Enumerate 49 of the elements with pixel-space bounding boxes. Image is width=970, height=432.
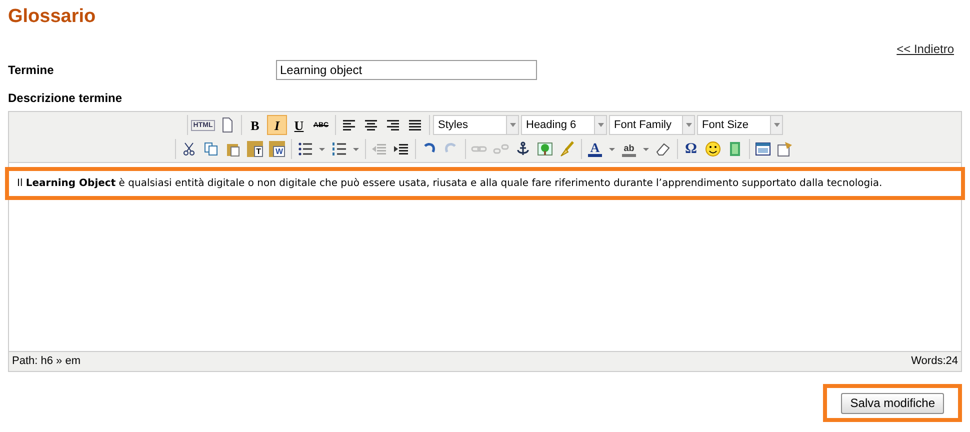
anchor-icon xyxy=(515,141,531,157)
caret-icon xyxy=(508,122,516,128)
eraser-icon xyxy=(655,141,671,157)
format-dropdown[interactable]: Styles xyxy=(433,115,519,135)
caret-icon xyxy=(772,122,780,128)
toolbar-button[interactable]: U xyxy=(289,115,309,135)
indent-icon xyxy=(393,141,409,157)
scissors-icon xyxy=(181,141,197,157)
caret-icon xyxy=(353,148,359,150)
element-path: Path: h6 » em xyxy=(12,354,80,370)
clipboard-icon xyxy=(225,141,241,157)
bullet-list-icon xyxy=(297,141,313,157)
editor-paragraph: Il Learning Object è qualsiasi entità digitale o non digitale che può essere usata, riusata e alla quale fare riferimento durante l’apprendimento supportato dalla tecnologia. xyxy=(17,177,884,190)
toolbar-button[interactable]: I xyxy=(267,115,287,135)
term-label: Termine xyxy=(8,62,55,79)
numbered-list-icon xyxy=(331,141,347,157)
back-link[interactable]: << Indietro xyxy=(896,40,954,58)
page-title: Glossario xyxy=(8,5,97,29)
brush-icon xyxy=(559,141,575,157)
word-count: Words:24 xyxy=(911,354,958,370)
underline-label: U xyxy=(294,118,304,132)
align-right-icon xyxy=(385,117,401,133)
smiley-icon xyxy=(705,141,721,157)
outdent-icon xyxy=(371,141,387,157)
toolbar-button[interactable]: Ω xyxy=(681,139,701,159)
caret-icon xyxy=(319,148,325,150)
italic-label: I xyxy=(274,118,280,132)
toolbar-button[interactable]: B xyxy=(245,115,265,135)
toolbar-button[interactable] xyxy=(703,139,723,159)
omega-label: Ω xyxy=(684,142,697,156)
window-icon xyxy=(755,141,771,157)
align-justify-icon xyxy=(407,117,423,133)
align-center-icon xyxy=(363,117,379,133)
align-left-icon xyxy=(341,117,357,133)
template-icon xyxy=(777,141,793,157)
caret-icon xyxy=(643,148,649,150)
save-button[interactable]: Salva modifiche xyxy=(841,392,944,414)
format-dropdown[interactable]: Font Family xyxy=(609,115,695,135)
caret-icon xyxy=(596,122,604,128)
caret-icon xyxy=(609,148,615,150)
tree-image-icon xyxy=(537,141,553,157)
description-label: Descrizione termine xyxy=(8,90,124,107)
format-dropdown[interactable]: Font Size xyxy=(697,115,783,135)
copy-icon xyxy=(203,141,219,157)
term-input[interactable]: Learning object xyxy=(276,60,537,80)
film-strip-icon xyxy=(727,141,743,157)
format-dropdown[interactable]: Heading 6 xyxy=(521,115,607,135)
bold-label: B xyxy=(250,118,260,132)
caret-icon xyxy=(684,122,692,128)
